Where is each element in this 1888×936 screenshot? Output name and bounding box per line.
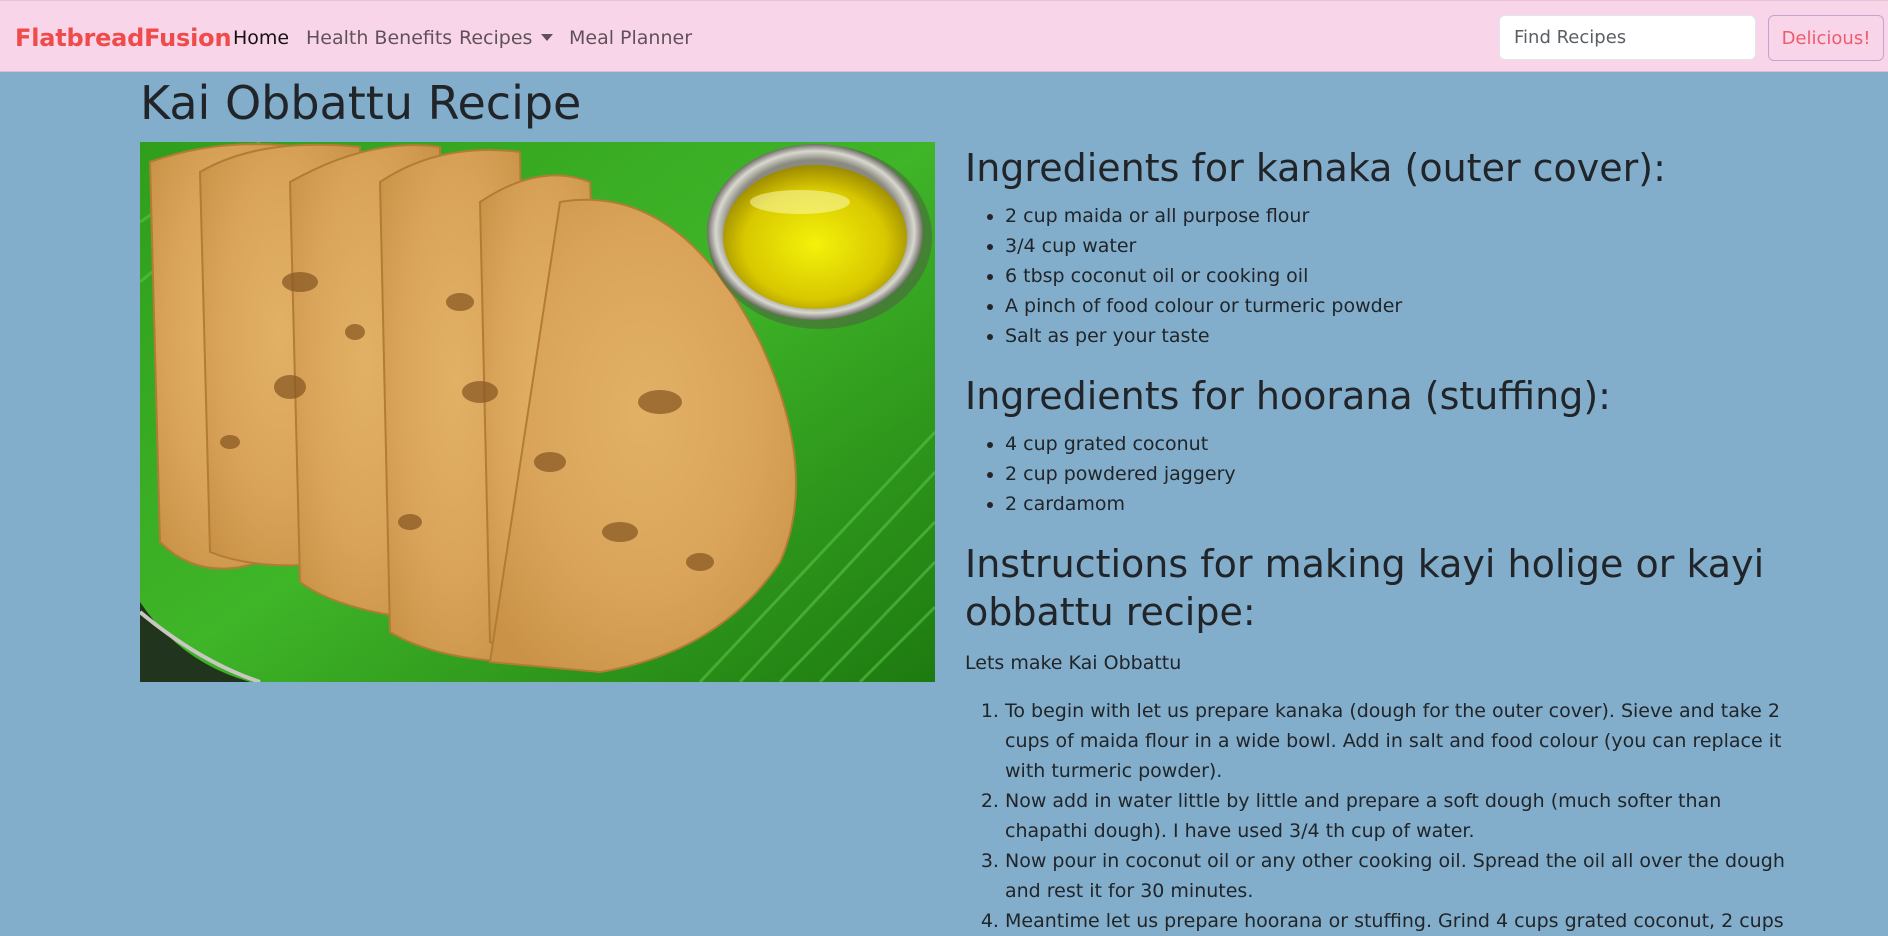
list-item: 2 cup maida or all purpose flour [1005, 201, 1402, 231]
recipe-image [140, 142, 935, 682]
nav-meal-planner[interactable]: Meal Planner [569, 25, 692, 51]
nav-recipes-label: Recipes [459, 27, 533, 49]
list-item: Salt as per your taste [1005, 321, 1402, 351]
kanaka-ingredients-list: 2 cup maida or all purpose flour 3/4 cup… [965, 201, 1402, 351]
list-item: 3/4 cup water [1005, 231, 1402, 261]
search-button[interactable]: Delicious! [1768, 15, 1884, 61]
list-item: 2 cup powdered jaggery [1005, 459, 1236, 489]
hoorana-heading: Ingredients for hoorana (stuffing): [965, 374, 1611, 418]
navbar: FlatbreadFusion Home Health Benefits Rec… [0, 0, 1888, 72]
nav-recipes-dropdown[interactable]: Recipes [459, 25, 554, 51]
list-item: 2 cardamom [1005, 489, 1236, 519]
instructions-steps-list: To begin with let us prepare kanaka (dou… [965, 696, 1795, 936]
nav-home[interactable]: Home [233, 25, 289, 51]
brand-logo[interactable]: FlatbreadFusion [15, 23, 232, 53]
search-input[interactable] [1499, 15, 1756, 60]
list-item: 4 cup grated coconut [1005, 429, 1236, 459]
list-item: 6 tbsp coconut oil or cooking oil [1005, 261, 1402, 291]
instructions-heading: Instructions for making kayi holige or k… [965, 542, 1765, 634]
hoorana-ingredients-list: 4 cup grated coconut 2 cup powdered jagg… [965, 429, 1236, 519]
list-item: Now add in water little by little and pr… [1005, 786, 1795, 846]
page-title: Kai Obbattu Recipe [140, 76, 582, 130]
instructions-intro: Lets make Kai Obbattu [965, 652, 1182, 674]
nav-health-benefits[interactable]: Health Benefits [306, 25, 452, 51]
list-item: To begin with let us prepare kanaka (dou… [1005, 696, 1795, 786]
list-item: Now pour in coconut oil or any other coo… [1005, 846, 1795, 906]
chevron-down-icon [541, 34, 554, 41]
list-item: A pinch of food colour or turmeric powde… [1005, 291, 1402, 321]
kanaka-heading: Ingredients for kanaka (outer cover): [965, 146, 1666, 190]
list-item: Meantime let us prepare hoorana or stuff… [1005, 906, 1795, 936]
